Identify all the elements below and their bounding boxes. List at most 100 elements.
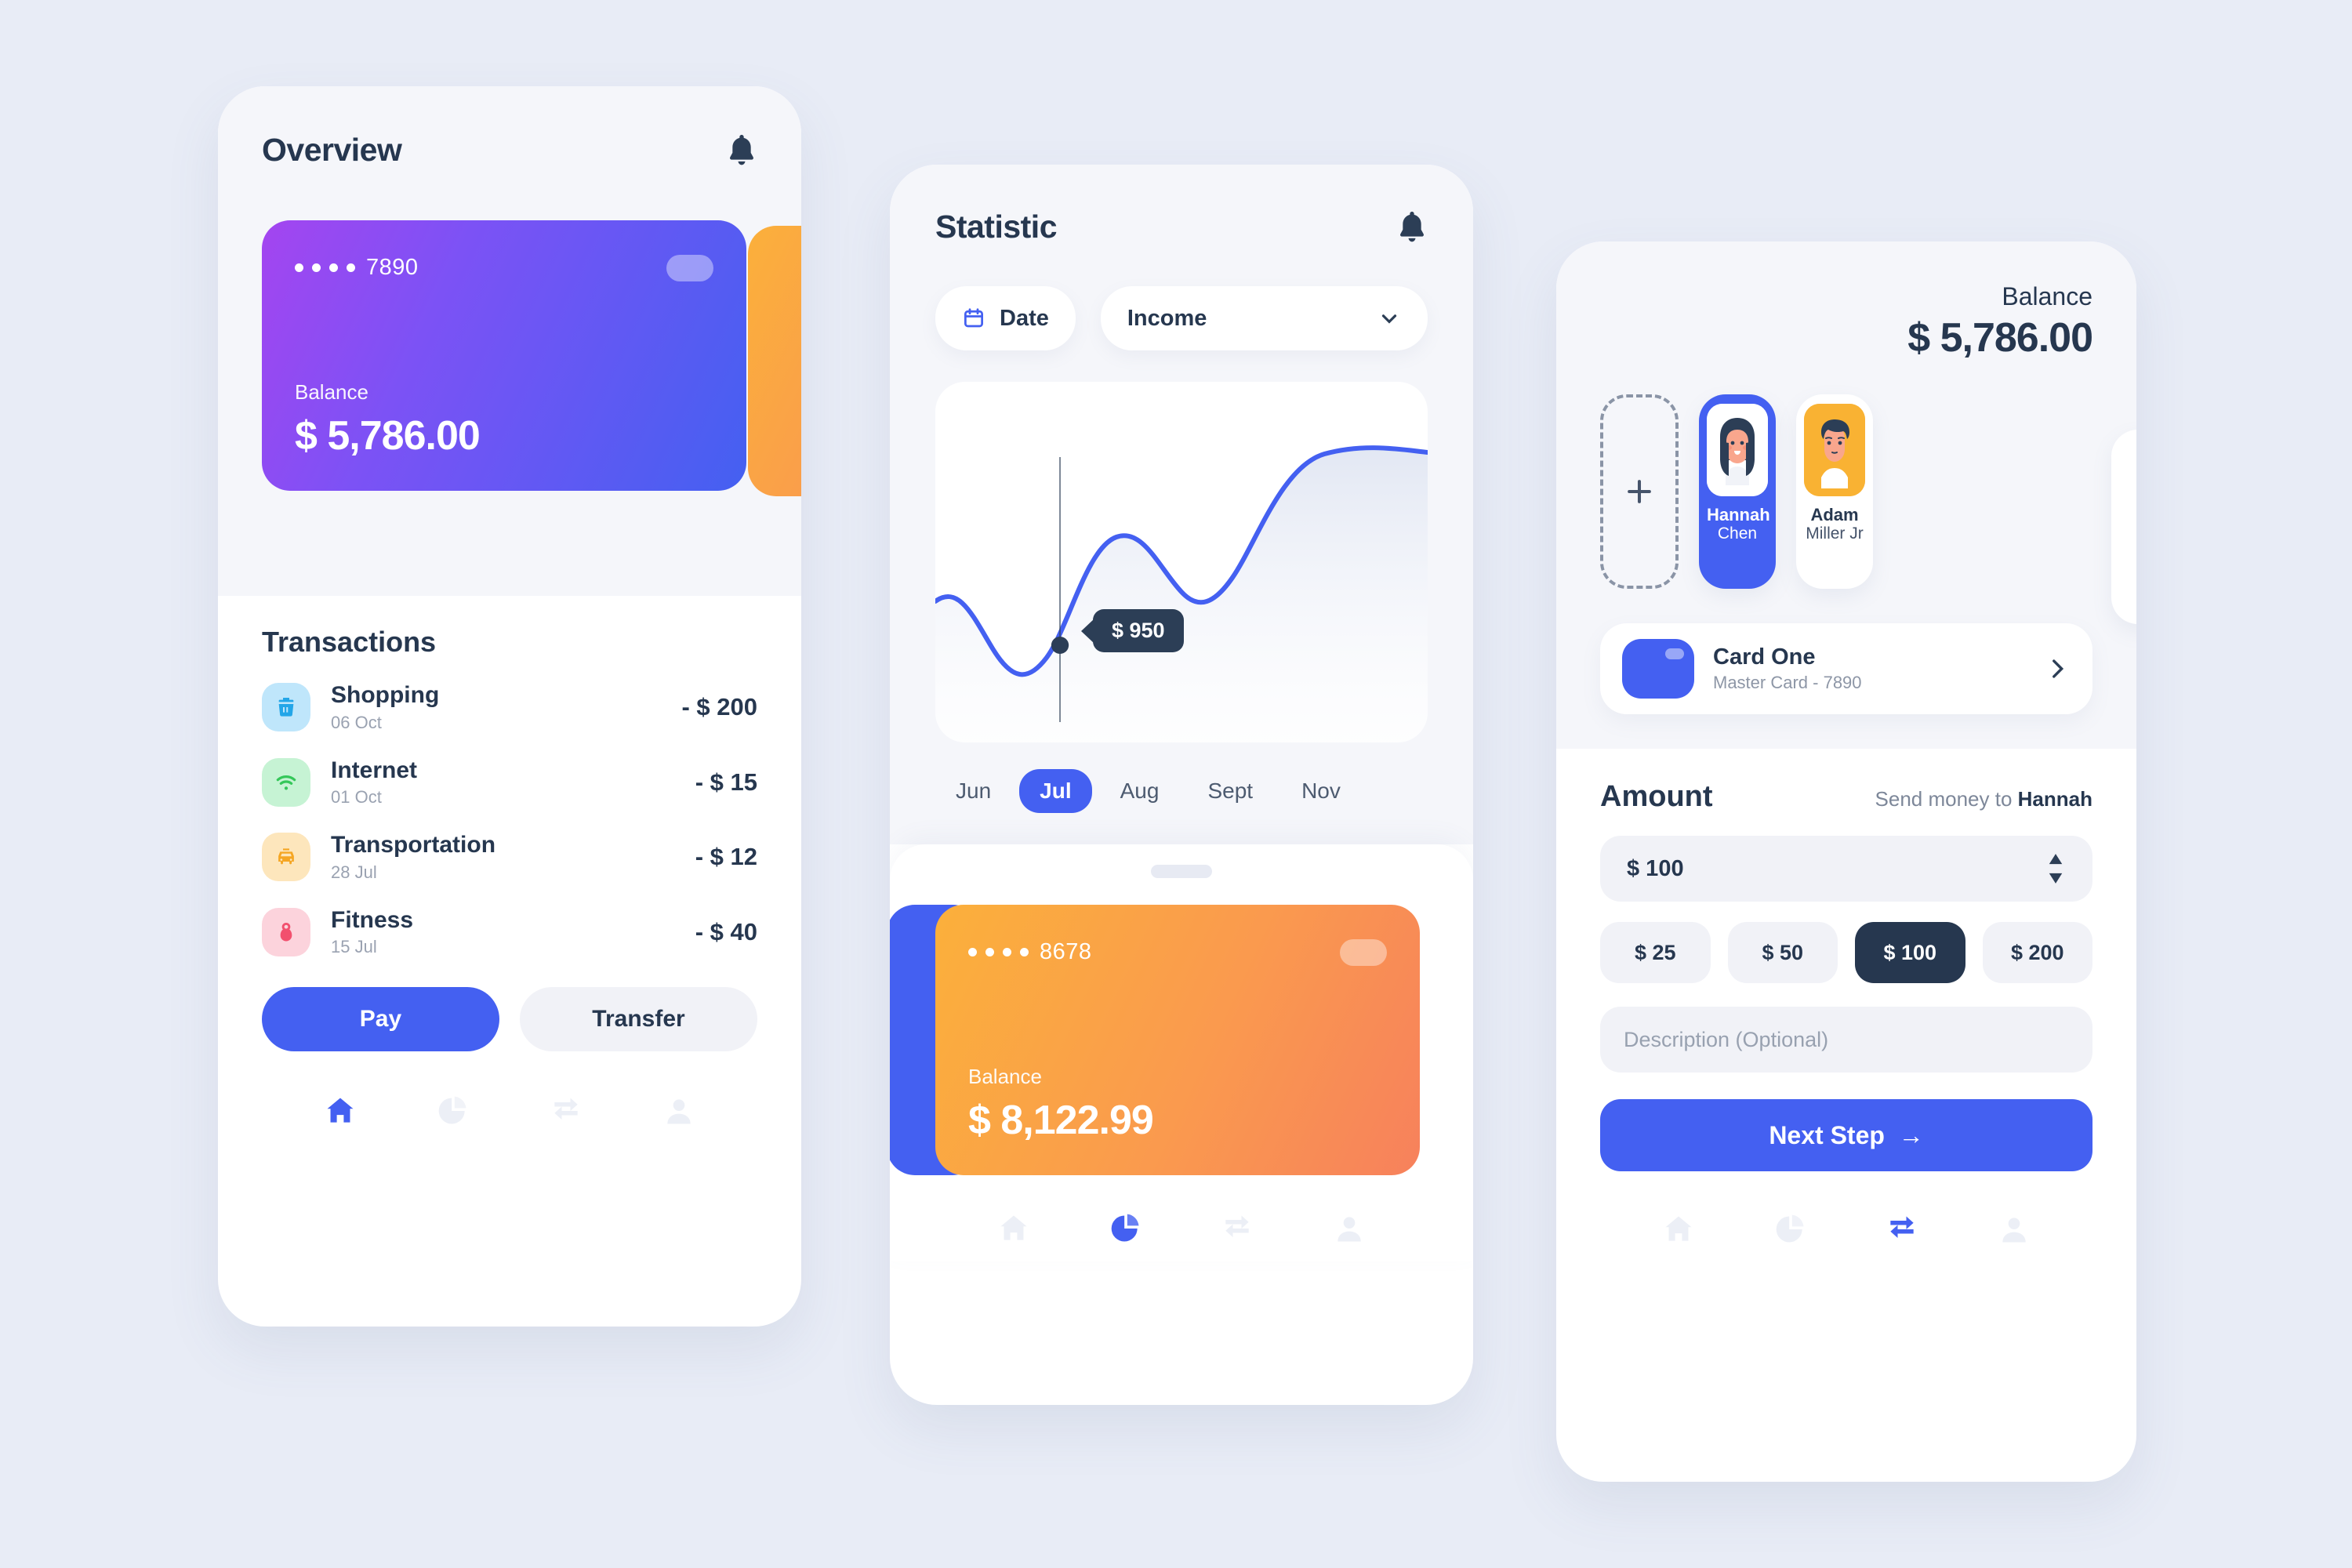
- card-balance-label: Balance: [968, 1065, 1042, 1088]
- card-chip-icon: [1340, 939, 1387, 966]
- transaction-row[interactable]: Internet 01 Oct - $ 15: [262, 757, 757, 808]
- type-select[interactable]: Income: [1100, 286, 1428, 350]
- month-sept[interactable]: Sept: [1187, 769, 1273, 813]
- chart-svg: [935, 445, 1428, 742]
- wifi-icon: [262, 757, 310, 807]
- bell-icon[interactable]: [1396, 210, 1428, 245]
- recipient-last-name: Miller Jr: [1806, 524, 1864, 543]
- month-jun[interactable]: Jun: [935, 769, 1011, 813]
- balance-label: Balance: [2002, 282, 2092, 310]
- sheet-grabber[interactable]: [1151, 865, 1212, 878]
- taxi-icon: [262, 833, 310, 882]
- month-nov[interactable]: Nov: [1281, 769, 1361, 813]
- month-selector: Jun Jul Aug Sept Nov: [935, 769, 1428, 813]
- plus-icon: [1628, 480, 1651, 503]
- person-icon[interactable]: [1332, 1211, 1367, 1246]
- transfer-button[interactable]: Transfer: [520, 987, 757, 1051]
- bottom-nav: [935, 1211, 1428, 1246]
- overview-body: Transactions Shopping 06 Oct - $ 200 Int…: [218, 626, 801, 1128]
- date-filter-label: Date: [1000, 305, 1049, 331]
- transaction-row[interactable]: Fitness 15 Jul - $ 40: [262, 907, 757, 958]
- credit-card-primary[interactable]: 7890 Balance $ 5,786.00: [262, 220, 746, 491]
- home-icon[interactable]: [1661, 1212, 1696, 1247]
- transaction-row[interactable]: Shopping 06 Oct - $ 200: [262, 682, 757, 733]
- avatar-adam-illustration: [1804, 404, 1865, 496]
- chart-filters: Date Income: [935, 286, 1428, 350]
- bottom-nav: [1600, 1212, 2092, 1247]
- chevron-right-icon[interactable]: [2044, 655, 2071, 682]
- recipient-list: Hannah Chen Adam Miller Jr: [1600, 394, 2092, 589]
- card-last4: 7890: [366, 255, 419, 280]
- card-number: 8678: [968, 939, 1387, 965]
- card-mask-dots: [295, 263, 355, 272]
- income-line-chart[interactable]: $ 950: [935, 382, 1428, 742]
- quick-amount-200[interactable]: $ 200: [1982, 922, 2092, 983]
- exchange-icon[interactable]: [1220, 1211, 1254, 1246]
- transaction-amount: - $ 12: [695, 843, 757, 871]
- transaction-date: 06 Oct: [331, 712, 382, 732]
- recipient-adam[interactable]: Adam Miller Jr: [1796, 394, 1873, 589]
- pie-icon[interactable]: [436, 1094, 470, 1128]
- person-card-peek[interactable]: [2111, 430, 2136, 624]
- transaction-row[interactable]: Transportation 28 Jul - $ 12: [262, 832, 757, 883]
- month-aug[interactable]: Aug: [1100, 769, 1180, 813]
- statistic-header: Statistic: [935, 209, 1428, 245]
- quick-amount-100[interactable]: $ 100: [1855, 922, 1965, 983]
- overview-header-area: Overview 7890 Balance $ 5,786.00: [218, 86, 801, 596]
- calendar-icon: [964, 308, 983, 328]
- home-icon[interactable]: [323, 1094, 358, 1128]
- card-last4: 8678: [1040, 939, 1092, 964]
- add-recipient-button[interactable]: [1600, 394, 1679, 589]
- quick-amount-50[interactable]: $ 50: [1727, 922, 1838, 983]
- phone-overview-screen: Overview 7890 Balance $ 5,786.00 Transac…: [218, 86, 801, 1327]
- person-icon[interactable]: [1997, 1212, 2031, 1247]
- statistic-card-sheet: 8678 Balance $ 8,122.99: [890, 844, 1473, 1261]
- overview-actions: Pay Transfer: [262, 987, 757, 1051]
- month-jul[interactable]: Jul: [1019, 769, 1092, 813]
- home-icon[interactable]: [996, 1211, 1031, 1246]
- recipient-hannah[interactable]: Hannah Chen: [1699, 394, 1776, 589]
- card-chip-icon: [666, 255, 713, 281]
- description-input[interactable]: Description (Optional): [1600, 1007, 2092, 1073]
- pay-button[interactable]: Pay: [262, 987, 499, 1051]
- bell-icon[interactable]: [726, 133, 757, 168]
- pie-icon[interactable]: [1109, 1211, 1143, 1246]
- kettlebell-icon: [262, 907, 310, 956]
- chart-marker-point: [1051, 637, 1069, 654]
- transactions-title: Transactions: [262, 626, 437, 658]
- transaction-name: Shopping: [331, 682, 440, 708]
- transaction-amount: - $ 200: [681, 693, 757, 721]
- recipient-first-name: Adam: [1810, 505, 1859, 524]
- stepper-arrows-icon[interactable]: [2045, 853, 2066, 884]
- date-filter-button[interactable]: Date: [935, 286, 1076, 350]
- transaction-date: 15 Jul: [331, 937, 377, 956]
- next-step-button[interactable]: Next Step →: [1600, 1099, 2092, 1171]
- credit-card-secondary[interactable]: 8678 Balance $ 8,122.99: [935, 905, 1420, 1175]
- exchange-icon[interactable]: [549, 1094, 583, 1128]
- next-step-label: Next Step: [1769, 1120, 1885, 1149]
- tooltip-value: $ 950: [1093, 609, 1184, 652]
- card-peek-orange[interactable]: [748, 226, 801, 496]
- bottom-nav: [262, 1094, 757, 1128]
- transaction-date: 28 Jul: [331, 862, 377, 882]
- type-select-value: Income: [1127, 305, 1207, 331]
- transaction-name: Fitness: [331, 906, 414, 933]
- amount-header: Amount Send money to Hannah: [1600, 780, 2092, 814]
- card-subtitle: Master Card - 7890: [1713, 673, 1862, 692]
- send-recipient-name: Hannah: [2017, 787, 2092, 811]
- pie-icon[interactable]: [1773, 1212, 1808, 1247]
- selected-card-row[interactable]: Card One Master Card - 7890: [1600, 623, 2092, 714]
- basket-icon: [262, 683, 310, 732]
- recipient-first-name: Hannah: [1707, 505, 1770, 524]
- person-icon[interactable]: [662, 1094, 696, 1128]
- description-placeholder: Description (Optional): [1624, 1027, 1829, 1051]
- avatar-hannah-illustration: [1707, 404, 1768, 496]
- amount-value: $ 100: [1627, 855, 1684, 881]
- exchange-icon[interactable]: [1885, 1212, 1919, 1247]
- send-prefix: Send money to: [1875, 787, 2018, 811]
- send-to-text: Send money to Hannah: [1875, 787, 2092, 811]
- phone-transfer-screen: Balance $ 5,786.00 Hannah Chen Adam Mill…: [1556, 241, 2136, 1482]
- amount-stepper[interactable]: $ 100: [1600, 836, 2092, 902]
- card-name: Card One: [1713, 644, 1816, 670]
- quick-amount-25[interactable]: $ 25: [1600, 922, 1711, 983]
